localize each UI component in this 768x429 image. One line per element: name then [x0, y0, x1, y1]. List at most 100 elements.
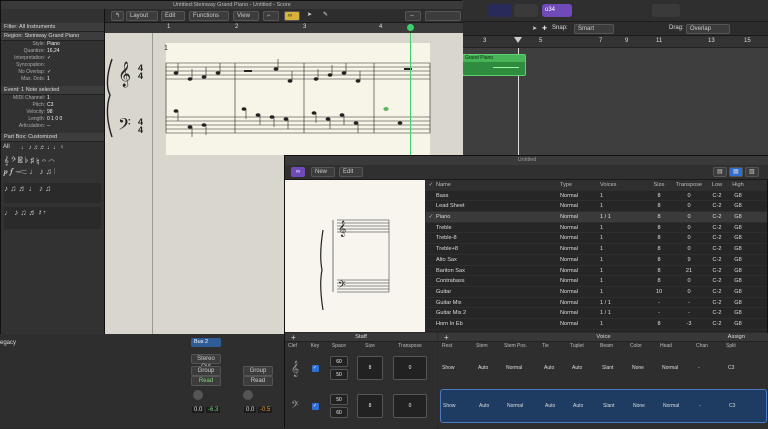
- pointer-tool-icon[interactable]: ➤: [532, 25, 537, 32]
- transpose-field[interactable]: 0: [393, 394, 427, 418]
- event-field[interactable]: Length: 0 1 0 0: [1, 116, 104, 123]
- voice-rest-popup[interactable]: Show: [441, 403, 479, 409]
- voice-tuplet-popup[interactable]: Auto: [573, 403, 603, 409]
- zoom-slider[interactable]: [425, 11, 461, 21]
- pan-knob[interactable]: [243, 390, 253, 400]
- partbox-all-tab[interactable]: All: [3, 144, 19, 151]
- column-header[interactable]: High: [728, 180, 748, 190]
- rest-palette[interactable]: ♩ ♪ ♫ ♬ 𝄽 𝄾: [4, 207, 101, 229]
- pointer-tool-icon[interactable]: ➤: [307, 11, 312, 18]
- region-header[interactable]: Region: Steinway Grand Piano: [1, 32, 104, 41]
- column-header[interactable]: Name: [436, 180, 560, 190]
- field-value[interactable]: 16,24: [47, 48, 60, 55]
- automation-read-button[interactable]: Read: [243, 376, 273, 386]
- treble-clef-icon[interactable]: 𝄞: [285, 360, 305, 377]
- voice-head-popup[interactable]: Normal: [663, 403, 699, 409]
- column-header[interactable]: Transpose: [672, 180, 706, 190]
- voice-chan-popup[interactable]: -: [699, 403, 729, 409]
- clef-icon[interactable]: 𝄞 𝄢 𝄡 ♭ ♯ ♮ 𝄐 ⌒: [4, 155, 101, 166]
- snap-select[interactable]: Smart: [574, 24, 614, 34]
- table-row[interactable]: Treble+8 Normal 1 8 0 C-2 G8: [426, 244, 767, 255]
- table-row[interactable]: Contrabass Normal 1 8 0 C-2 G8: [426, 276, 767, 287]
- field-value[interactable]: 1: [47, 76, 50, 83]
- catch-button[interactable]: ↰: [111, 11, 125, 21]
- region-field[interactable]: Interpretation: ✓: [1, 55, 104, 62]
- voice-stempos-popup[interactable]: Normal: [506, 365, 544, 371]
- voice-color-popup[interactable]: None: [632, 365, 662, 371]
- space-above-field[interactable]: 60: [330, 356, 348, 367]
- table-row[interactable]: Bass Normal 1 8 0 C-2 G8: [426, 191, 767, 202]
- event-field[interactable]: Articulation: --: [1, 123, 104, 130]
- add-staff-icon[interactable]: +: [291, 333, 296, 342]
- voice-row[interactable]: Show Auto Normal Auto Auto Slant None Normal - C3: [440, 351, 767, 385]
- voice-split-popup[interactable]: C3: [729, 403, 749, 409]
- voice-beam-popup[interactable]: Slant: [602, 365, 632, 371]
- event-field[interactable]: Pitch: C3: [1, 102, 104, 109]
- voice-tie-popup[interactable]: Auto: [544, 365, 572, 371]
- event-header[interactable]: Event: 1 Note selected: [1, 86, 104, 95]
- column-header[interactable]: Low: [706, 180, 728, 190]
- edit-menu[interactable]: Edit: [339, 167, 363, 177]
- column-header[interactable]: Type: [560, 180, 600, 190]
- view-list-icon[interactable]: ▤: [713, 167, 727, 177]
- table-row[interactable]: Guitar Mix 2 Normal 1 / 1 - - C-2 G8: [426, 308, 767, 319]
- lcd-button[interactable]: [488, 4, 512, 17]
- voice-head-popup[interactable]: Normal: [662, 365, 698, 371]
- pencil-tool-icon[interactable]: ✎: [323, 11, 328, 18]
- table-row[interactable]: Horn In FNormal187C-2G8: [426, 330, 767, 333]
- field-value[interactable]: C3: [47, 102, 53, 109]
- pan-knob[interactable]: [193, 390, 203, 400]
- field-value[interactable]: 98: [47, 109, 53, 116]
- tuner-button[interactable]: [514, 4, 538, 17]
- field-value[interactable]: Piano: [47, 41, 60, 48]
- view-menu[interactable]: View: [233, 11, 259, 21]
- link-icon[interactable]: ∞: [291, 167, 305, 177]
- event-field[interactable]: Velocity: 98: [1, 109, 104, 116]
- partbox-symbols[interactable]: 𝄞 𝄢 𝄡 ♭ ♯ ♮ 𝄐 ⌒ 𝆏 𝆑 𝆒 ♩ ♪ ♫ 𝄀 ♪ ♫ ♬ ♩ ♪ …: [1, 153, 104, 231]
- table-row[interactable]: Horn In Eb Normal 1 8 -3 C-2 G8: [426, 319, 767, 330]
- key-checkbox[interactable]: ✓: [305, 364, 325, 372]
- field-value[interactable]: 0 1 0 0: [47, 116, 62, 123]
- voice-stem-popup[interactable]: Auto: [478, 365, 506, 371]
- link-icon[interactable]: ∞: [284, 11, 300, 21]
- voice-beam-popup[interactable]: Slant: [603, 403, 633, 409]
- view-split-icon[interactable]: ▥: [745, 167, 759, 177]
- voice-tuplet-popup[interactable]: Auto: [572, 365, 602, 371]
- voice-chan-popup[interactable]: -: [698, 365, 728, 371]
- region-field[interactable]: Syncopation:: [1, 62, 104, 69]
- zoom-icon[interactable]: ⇔: [405, 11, 421, 21]
- edit-menu[interactable]: Edit: [161, 11, 185, 21]
- region-field[interactable]: No Overlap: ✓: [1, 69, 104, 76]
- filter-field[interactable]: Filter: All Instruments: [1, 23, 104, 32]
- partbox-header[interactable]: Part Box: Customized: [1, 133, 104, 142]
- new-menu[interactable]: New: [311, 167, 335, 177]
- voice-stempos-popup[interactable]: Normal: [507, 403, 545, 409]
- staff-row[interactable]: 𝄞 ✓ 60 50 8 0: [285, 351, 437, 385]
- playhead-icon[interactable]: [407, 24, 414, 31]
- drag-select[interactable]: Overlap: [686, 24, 730, 34]
- voice-split-popup[interactable]: C3: [728, 365, 748, 371]
- field-value[interactable]: 1: [47, 95, 50, 102]
- score-page[interactable]: 𝄞 𝄢 4 4 4 4 1: [106, 33, 431, 155]
- space-above-field[interactable]: 50: [330, 394, 348, 405]
- table-row[interactable]: Alto Sax Normal 1 8 9 C-2 G8: [426, 255, 767, 266]
- table-row[interactable]: Guitar Normal 1 10 0 C-2 G8: [426, 287, 767, 298]
- size-field[interactable]: 8: [357, 356, 383, 380]
- event-field[interactable]: MIDI Channel: 1: [1, 95, 104, 102]
- field-value[interactable]: --: [47, 123, 50, 130]
- playhead-icon[interactable]: [514, 37, 522, 43]
- note-palette[interactable]: ♪ ♫ ♬ ♩ ♪ ♫: [4, 183, 101, 203]
- bus-send[interactable]: Bus 2: [191, 338, 221, 347]
- key-checkbox[interactable]: ✓: [305, 402, 325, 410]
- table-row[interactable]: Lead Sheet Normal 1 8 0 C-2 G8: [426, 201, 767, 213]
- midi-in-icon[interactable]: ⌐: [263, 11, 279, 21]
- functions-menu[interactable]: Functions: [189, 11, 229, 21]
- layout-menu[interactable]: Layout: [126, 11, 158, 21]
- voice-rest-popup[interactable]: Show: [440, 365, 478, 371]
- staff-row[interactable]: 𝄢 ✓ 50 60 8 0: [285, 389, 437, 423]
- region-field[interactable]: Quantize: 16,24: [1, 48, 104, 55]
- column-header[interactable]: Voices: [600, 180, 646, 190]
- note-icon[interactable]: ♩ ♪ ♫ ♬ ♩♩ ♮: [21, 144, 63, 151]
- dynamics-icon[interactable]: 𝆏 𝆑 𝆒 ♩ ♪ ♫ 𝄀: [4, 166, 101, 177]
- table-row[interactable]: ✓ Piano Normal 1 / 1 8 0 C-2 G8: [426, 212, 767, 223]
